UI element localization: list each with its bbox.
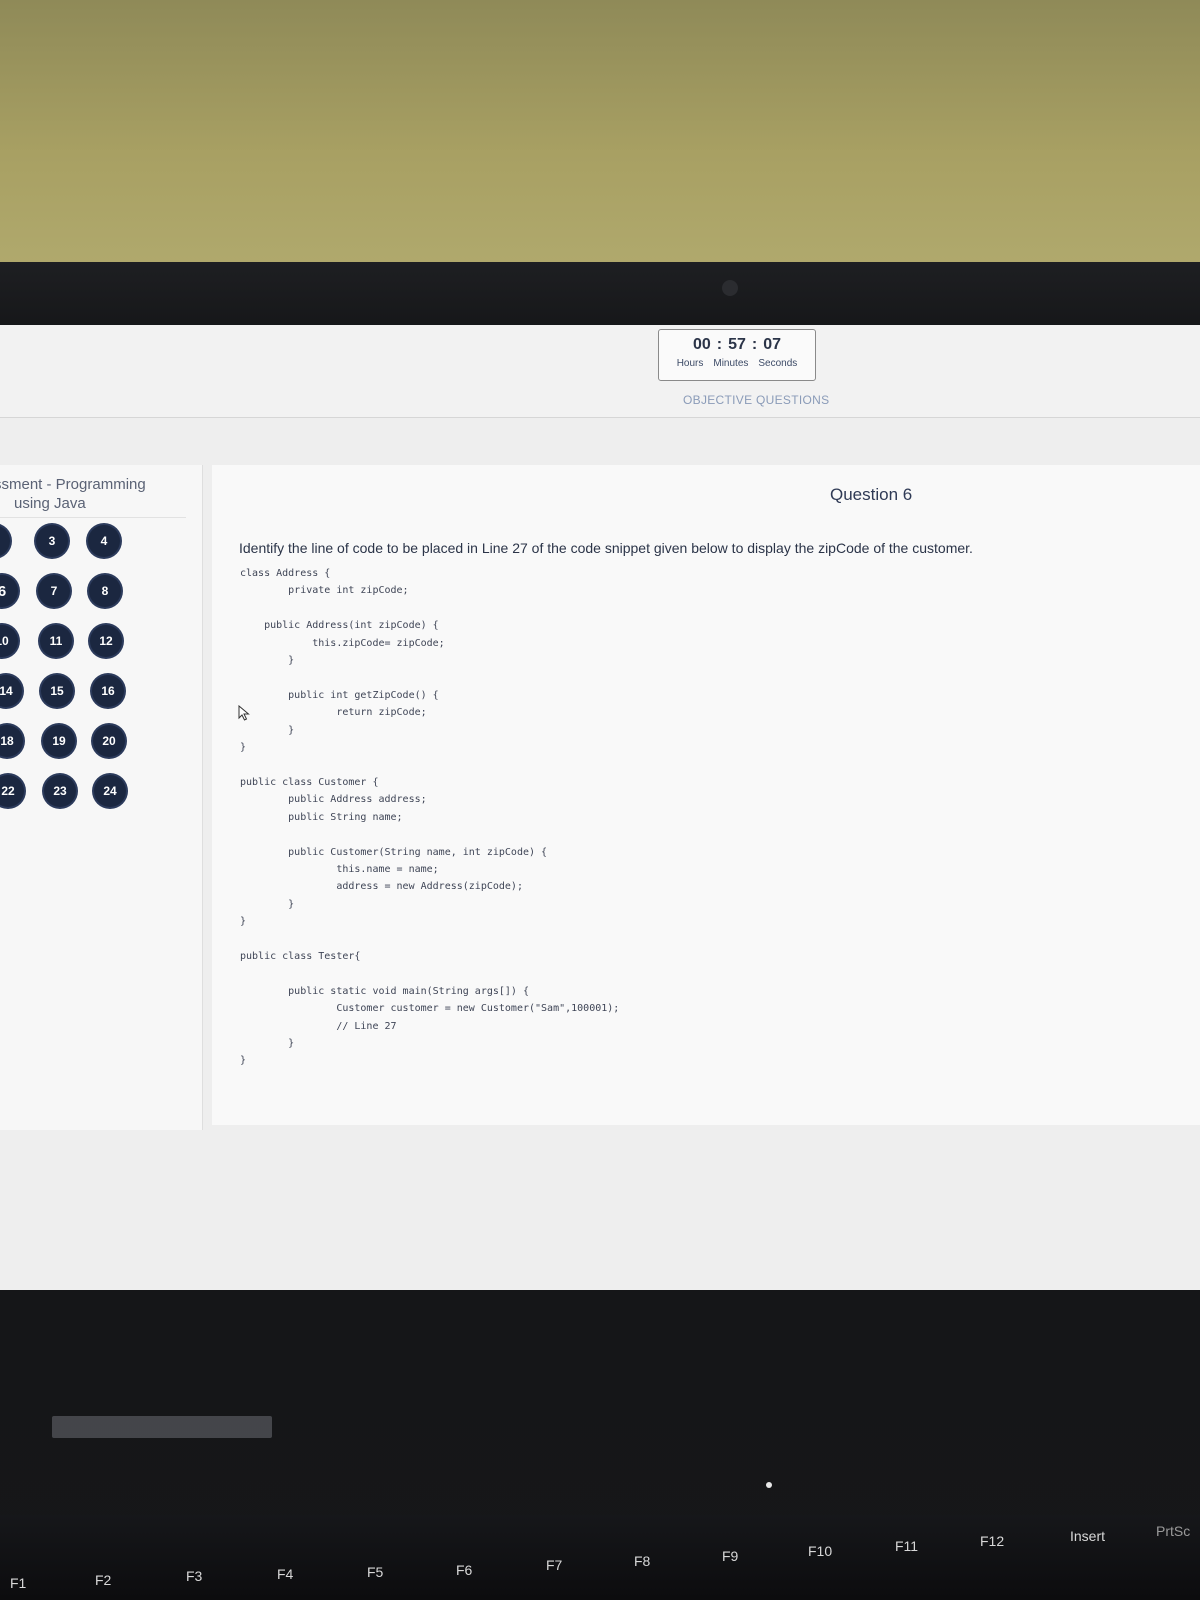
key-f6[interactable]: F6 [456,1562,472,1578]
question-button[interactable]: 2 [0,525,10,557]
question-text: Identify the line of code to be placed i… [239,540,973,556]
question-button[interactable]: 7 [38,575,70,607]
countdown-timer: 00 : 57 : 07 Hours Minutes Seconds [658,329,816,381]
key-f8[interactable]: F8 [634,1553,650,1569]
key-f7[interactable]: F7 [546,1557,562,1573]
question-button[interactable]: 10 [0,625,18,657]
keyboard-function-row: F1 F2 F3 F4 F5 F6 F7 F8 F9 F10 F11 F12 I… [0,1515,1200,1600]
assessment-title-line2: using Java [14,495,86,512]
question-button[interactable]: 11 [40,625,72,657]
code-snippet: class Address { private int zipCode; pub… [240,568,620,1067]
key-insert[interactable]: Insert [1070,1528,1105,1544]
assessment-title-line1: ssment - Programming [0,476,146,493]
screen: 00 : 57 : 07 Hours Minutes Seconds OBJEC… [0,325,1200,1290]
mouse-pointer-icon [238,705,250,721]
question-button[interactable]: 16 [92,675,124,707]
key-f1[interactable]: F1 [10,1575,26,1591]
question-button[interactable]: 23 [44,775,76,807]
background-wall [0,0,1200,280]
question-title: Question 6 [830,485,913,504]
timer-label-hours: Hours [676,358,704,369]
timer-hours: 00 [692,336,711,353]
top-bar: 00 : 57 : 07 Hours Minutes Seconds OBJEC… [0,325,1200,418]
question-button[interactable]: 18 [0,725,23,757]
question-button[interactable]: 24 [94,775,126,807]
timer-minutes: 57 [728,336,746,353]
question-navigator: ssment - Programming using Java 2 3 4 6 … [0,465,203,1130]
question-button[interactable]: 15 [41,675,73,707]
assessment-title: ssment - Programming using Java [0,475,200,513]
timer-separator: : [751,336,758,353]
section-tab-objective-questions[interactable]: OBJECTIVE QUESTIONS [683,393,829,407]
key-f2[interactable]: F2 [95,1572,111,1588]
timer-digits: 00 : 57 : 07 [659,336,815,354]
question-panel: Question 6 Identify the line of code to … [212,465,1200,1125]
webcam [722,280,738,296]
timer-label-minutes: Minutes [713,358,749,369]
question-button[interactable]: 22 [0,775,24,807]
key-f4[interactable]: F4 [277,1566,293,1582]
key-prtsc[interactable]: PrtSc [1156,1523,1190,1539]
question-button[interactable]: 14 [0,675,22,707]
bezel-label-plate [52,1416,272,1438]
key-f5[interactable]: F5 [367,1564,383,1580]
question-button[interactable]: 8 [89,575,121,607]
key-f3[interactable]: F3 [186,1568,202,1584]
question-button-current[interactable]: 6 [0,575,18,607]
key-f9[interactable]: F9 [722,1548,738,1564]
timer-seconds: 07 [763,336,782,353]
timer-label-seconds: Seconds [758,358,798,369]
key-f11[interactable]: F11 [895,1538,918,1554]
question-button[interactable]: 3 [36,525,68,557]
timer-separator: : [716,336,723,353]
question-button[interactable]: 4 [88,525,120,557]
divider [0,517,186,518]
question-button[interactable]: 19 [43,725,75,757]
question-button[interactable]: 12 [90,625,122,657]
key-f10[interactable]: F10 [808,1543,832,1559]
power-led [766,1482,772,1488]
timer-labels: Hours Minutes Seconds [659,358,815,369]
question-button[interactable]: 20 [93,725,125,757]
key-f12[interactable]: F12 [980,1533,1004,1549]
